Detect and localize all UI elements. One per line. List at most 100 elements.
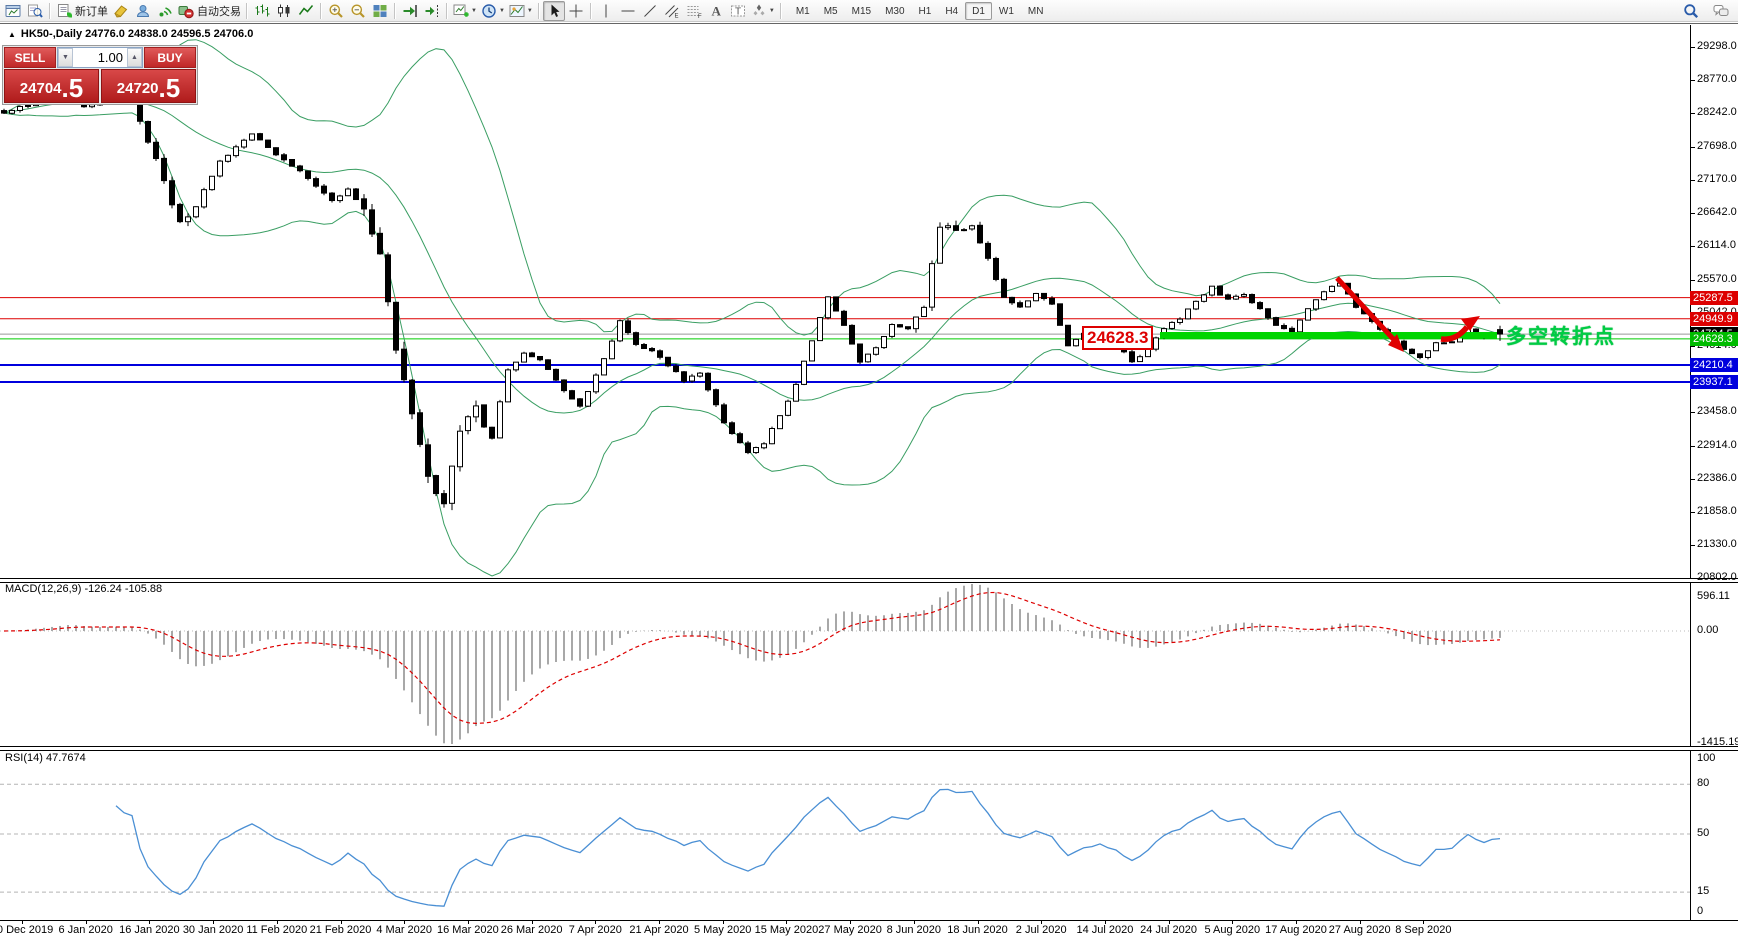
price-tick-dash bbox=[1690, 80, 1695, 81]
turning-point-annotation[interactable]: 多空转折点 bbox=[1506, 320, 1616, 349]
search-button[interactable] bbox=[1680, 1, 1702, 21]
sell-button[interactable]: SELL bbox=[4, 47, 56, 68]
timeframe-h1-button[interactable]: H1 bbox=[912, 2, 939, 20]
chat-button[interactable] bbox=[1710, 1, 1732, 21]
macd-axis-label: 0.00 bbox=[1697, 624, 1718, 636]
date-label: 27 May 2020 bbox=[818, 924, 882, 936]
price-tick-label: 21330.0 bbox=[1697, 538, 1737, 550]
fibonacci-button[interactable]: F bbox=[683, 1, 705, 21]
toolbar-buttons: 新订单 自动交易 ▼ ▼ ▼ EFAT ▼ bbox=[2, 1, 785, 21]
date-label: 4 Mar 2020 bbox=[376, 924, 432, 936]
sell-price-panel[interactable]: 24704.5 bbox=[4, 69, 99, 103]
cursor-button[interactable] bbox=[543, 1, 565, 21]
macd-pane-separator[interactable] bbox=[0, 578, 1738, 583]
rsi-label: RSI(14) 47.7674 bbox=[5, 752, 86, 764]
candlestick-chart-button[interactable] bbox=[273, 1, 295, 21]
zoom-out-button[interactable] bbox=[347, 1, 369, 21]
vertical-line-button[interactable] bbox=[595, 1, 617, 21]
price-tick-dash bbox=[1690, 578, 1695, 579]
price-tick-dash bbox=[1690, 113, 1695, 114]
volume-decrease-button[interactable]: ▼ bbox=[58, 48, 73, 67]
tile-windows-button[interactable] bbox=[369, 1, 391, 21]
arrows-button[interactable]: ▼ bbox=[749, 1, 777, 21]
timeframe-d1-button[interactable]: D1 bbox=[965, 2, 992, 20]
indicators-button[interactable]: ▼ bbox=[451, 1, 479, 21]
crosshair-button[interactable] bbox=[565, 1, 587, 21]
macd-axis-label: -1415.19 bbox=[1697, 736, 1738, 748]
price-tick-label: 22386.0 bbox=[1697, 472, 1737, 484]
chart-shift-button[interactable] bbox=[421, 1, 443, 21]
arrows-icon bbox=[751, 3, 767, 19]
volume-increase-button[interactable]: ▲ bbox=[127, 48, 142, 67]
date-label: 30 Jan 2020 bbox=[183, 924, 244, 936]
zoom-in-button[interactable] bbox=[325, 1, 347, 21]
new-order-button[interactable]: 新订单 bbox=[54, 1, 110, 21]
price-tick-dash bbox=[1690, 412, 1695, 413]
trade-panel-toggle-icon[interactable]: ▲ bbox=[8, 30, 16, 39]
text-label-button[interactable]: T bbox=[727, 1, 749, 21]
date-label: 21 Feb 2020 bbox=[310, 924, 372, 936]
svg-text:E: E bbox=[674, 13, 678, 19]
volume-input[interactable]: 1.00 bbox=[73, 48, 127, 67]
buy-button[interactable]: BUY bbox=[144, 47, 196, 68]
chevron-down-icon[interactable]: ▼ bbox=[471, 8, 477, 14]
rsi-axis-label: 100 bbox=[1697, 752, 1715, 764]
candlestick-chart-icon bbox=[276, 3, 292, 19]
community-button[interactable] bbox=[132, 1, 154, 21]
rsi-pane-separator[interactable] bbox=[0, 746, 1738, 751]
rsi-line bbox=[116, 789, 1500, 906]
timeframe-h4-button[interactable]: H4 bbox=[938, 2, 965, 20]
rsi-axis-label: 80 bbox=[1697, 777, 1709, 789]
bollinger-bands bbox=[4, 40, 1500, 576]
price-annotation-box[interactable]: 24628.3 bbox=[1082, 326, 1153, 350]
price-tick-dash bbox=[1690, 180, 1695, 181]
price-tick-dash bbox=[1690, 280, 1695, 281]
indicators-icon bbox=[453, 3, 469, 19]
autotrading-icon bbox=[178, 3, 194, 19]
zoom-out-icon bbox=[350, 3, 366, 19]
templates-button[interactable]: ▼ bbox=[507, 1, 535, 21]
profiles-button[interactable] bbox=[24, 1, 46, 21]
timeframe-mn-button[interactable]: MN bbox=[1021, 2, 1051, 20]
toolbar: 新订单 自动交易 ▼ ▼ ▼ EFAT ▼ M1M5M15M30H1H4D1W1MN bbox=[0, 0, 1738, 22]
rsi-pane bbox=[0, 784, 1690, 906]
trendline-button[interactable] bbox=[639, 1, 661, 21]
chevron-down-icon[interactable]: ▼ bbox=[769, 8, 775, 14]
auto-scroll-button[interactable] bbox=[399, 1, 421, 21]
new-chart-button[interactable] bbox=[2, 1, 24, 21]
price-tick-label: 28770.0 bbox=[1697, 73, 1737, 85]
price-tick-dash bbox=[1690, 346, 1695, 347]
periods-button[interactable]: ▼ bbox=[479, 1, 507, 21]
price-tag-24628-3: 24628.3 bbox=[1690, 332, 1738, 346]
timeframe-w1-button[interactable]: W1 bbox=[992, 2, 1021, 20]
equidistant-channel-button[interactable]: E bbox=[661, 1, 683, 21]
price-tick-label: 28242.0 bbox=[1697, 106, 1737, 118]
horizontal-line-button[interactable] bbox=[617, 1, 639, 21]
chevron-down-icon[interactable]: ▼ bbox=[499, 8, 505, 14]
timeframe-m15-button[interactable]: M15 bbox=[845, 2, 878, 20]
text-button[interactable]: A bbox=[705, 1, 727, 21]
date-label: 11 Feb 2020 bbox=[246, 924, 307, 936]
line-chart-icon bbox=[298, 3, 314, 19]
date-label: 17 Aug 2020 bbox=[1265, 924, 1327, 936]
signals-button[interactable] bbox=[154, 1, 176, 21]
price-tick-dash bbox=[1690, 246, 1695, 247]
bar-chart-button[interactable] bbox=[251, 1, 273, 21]
autotrading-button[interactable]: 自动交易 bbox=[176, 1, 243, 21]
chart-canvas[interactable] bbox=[0, 24, 1690, 921]
line-chart-button[interactable] bbox=[295, 1, 317, 21]
timeframe-m1-button[interactable]: M1 bbox=[789, 2, 817, 20]
price-tick-dash bbox=[1690, 446, 1695, 447]
templates-icon bbox=[509, 3, 525, 19]
bollinger-lower bbox=[4, 113, 1500, 576]
price-tick-dash bbox=[1690, 512, 1695, 513]
date-label: 14 Jul 2020 bbox=[1076, 924, 1133, 936]
toolbar-separator bbox=[446, 3, 448, 19]
trendline-icon bbox=[642, 3, 658, 19]
chevron-down-icon[interactable]: ▼ bbox=[527, 8, 533, 14]
metaeditor-button[interactable] bbox=[110, 1, 132, 21]
buy-price-panel[interactable]: 24720.5 bbox=[101, 69, 196, 103]
timeframe-m5-button[interactable]: M5 bbox=[817, 2, 845, 20]
timeframe-m30-button[interactable]: M30 bbox=[878, 2, 911, 20]
chart-window[interactable]: 29298.028770.028242.027698.027170.026642… bbox=[0, 23, 1738, 937]
